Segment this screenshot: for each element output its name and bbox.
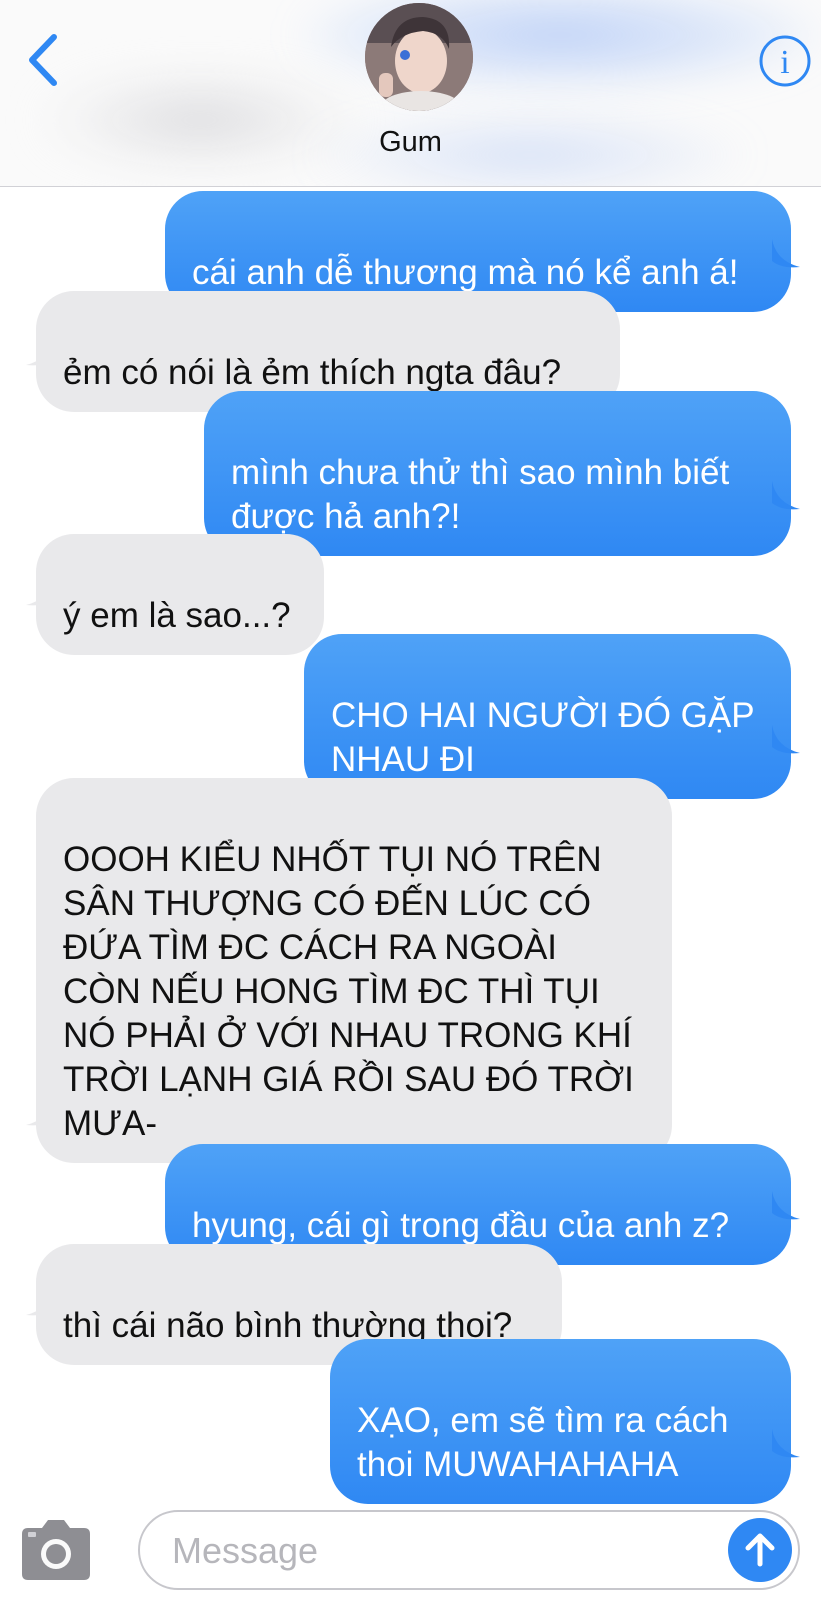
- message-text: CHO HAI NGƯỜI ĐÓ GẶP NHAU ĐI: [331, 696, 755, 779]
- bubble-tail: [26, 577, 54, 606]
- message-text: hyung, cái gì trong đầu của anh z?: [192, 1206, 730, 1245]
- info-button[interactable]: i: [758, 34, 812, 88]
- conversation-header: Gum i: [0, 0, 821, 187]
- camera-button[interactable]: [20, 1518, 92, 1582]
- sent-message-bubble[interactable]: XẠO, em sẽ tìm ra cách thoi MUWAHAHAHA: [330, 1339, 791, 1504]
- message-text: cái anh dễ thương mà nó kể anh á!: [192, 253, 739, 292]
- bubble-tail: [772, 239, 800, 268]
- bubble-tail: [26, 337, 54, 366]
- sent-message-bubble[interactable]: CHO HAI NGƯỜI ĐÓ GẶP NHAU ĐI: [304, 634, 791, 799]
- message-text: ý em là sao...?: [63, 596, 291, 635]
- back-button[interactable]: [18, 30, 68, 90]
- bubble-tail: [26, 1287, 54, 1316]
- bubble-tail: [772, 1191, 800, 1220]
- message-text: OOOH KIỂU NHỐT TỤI NÓ TRÊN SÂN THƯỢNG CÓ…: [63, 840, 634, 1143]
- info-icon: i: [759, 35, 811, 87]
- avatar-photo: [365, 3, 473, 111]
- chevron-left-icon: [29, 34, 57, 86]
- bubble-tail: [772, 481, 800, 510]
- message-text: mình chưa thử thì sao mình biết được hả …: [231, 453, 730, 536]
- message-placeholder: Message: [172, 1530, 319, 1571]
- contact-name[interactable]: Gum: [0, 126, 821, 159]
- send-button[interactable]: [728, 1518, 792, 1582]
- received-message-bubble[interactable]: ý em là sao...?: [36, 534, 324, 655]
- contact-avatar[interactable]: [365, 3, 473, 111]
- received-message-bubble[interactable]: OOOH KIỂU NHỐT TỤI NÓ TRÊN SÂN THƯỢNG CÓ…: [36, 778, 672, 1163]
- message-text: ẻm có nói là ẻm thích ngta đâu?: [63, 353, 562, 392]
- message-input[interactable]: Message: [138, 1510, 800, 1590]
- bubble-tail: [26, 1097, 54, 1126]
- bubble-tail: [772, 725, 800, 754]
- message-thread[interactable]: cái anh dễ thương mà nó kể anh á! ẻm có …: [0, 187, 821, 1504]
- bubble-tail: [772, 1429, 800, 1458]
- sent-message-bubble[interactable]: mình chưa thử thì sao mình biết được hả …: [204, 391, 791, 556]
- camera-icon: [22, 1520, 90, 1580]
- message-text: XẠO, em sẽ tìm ra cách thoi MUWAHAHAHA: [357, 1401, 729, 1484]
- arrow-up-icon: [745, 1533, 775, 1567]
- svg-text:i: i: [780, 44, 789, 81]
